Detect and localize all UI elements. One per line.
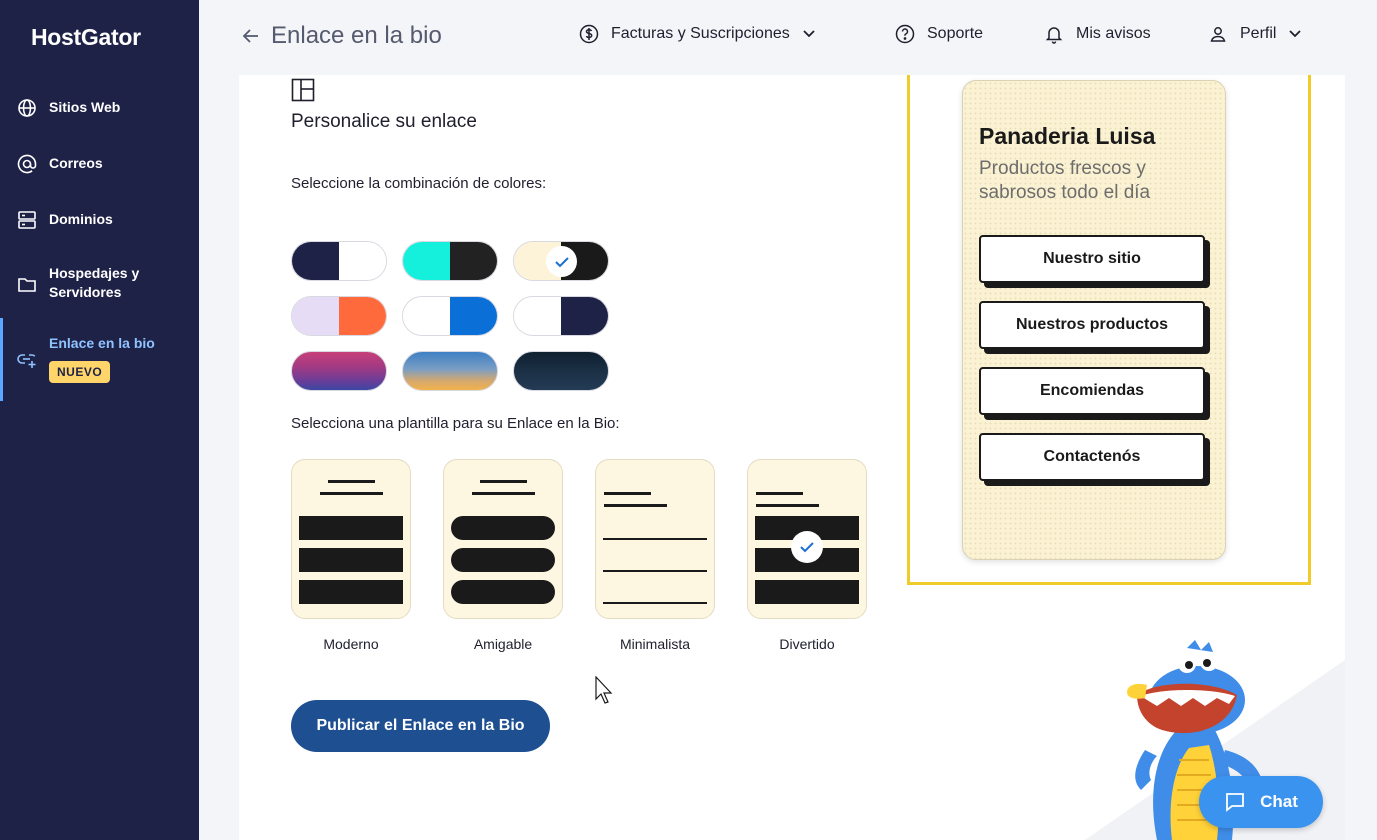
color-scheme-white-navy[interactable] <box>513 296 609 336</box>
preview-link-button[interactable]: Nuestro sitio <box>979 235 1205 283</box>
color-scheme-cyan-black[interactable] <box>402 241 498 281</box>
brand-logo[interactable]: HostGator <box>31 24 141 51</box>
bell-icon <box>1045 27 1063 44</box>
chevron-down-icon <box>803 30 815 38</box>
profile-label: Perfil <box>1240 25 1277 42</box>
preview-link-button[interactable]: Nuestros productos <box>979 301 1205 349</box>
link-add-icon <box>17 350 37 370</box>
sidebar-item-label: Enlace en la bio <box>49 335 155 351</box>
chat-button[interactable]: Chat <box>1199 776 1323 828</box>
sidebar: HostGator Sitios Web Correos Dominios Ho… <box>0 0 199 840</box>
notices-label: Mis avisos <box>1076 25 1151 42</box>
business-name: Panaderia Luisa <box>979 123 1156 149</box>
server-icon <box>17 210 37 230</box>
main-content: Personalice su enlace Seleccione la comb… <box>239 75 1345 840</box>
preview-link-button[interactable]: Encomiendas <box>979 367 1205 415</box>
color-scheme-lilac-orange[interactable] <box>291 296 387 336</box>
sidebar-item-label: Sitios Web <box>49 99 121 115</box>
chevron-down-icon <box>1289 30 1302 38</box>
template-moderno[interactable] <box>291 459 411 619</box>
dollar-icon <box>579 24 599 44</box>
chat-bubble-icon <box>1226 793 1245 812</box>
layout-icon <box>291 78 315 107</box>
user-icon <box>1210 27 1226 42</box>
template-name: Divertido <box>779 636 835 652</box>
colors-label: Seleccione la combinación de colores: <box>291 175 547 192</box>
back-arrow-icon[interactable] <box>241 26 261 46</box>
help-icon <box>895 24 915 44</box>
template-name: Minimalista <box>619 636 690 652</box>
new-badge: NUEVO <box>49 361 111 383</box>
template-name: Amigable <box>473 636 533 652</box>
template-amigable[interactable] <box>443 459 563 619</box>
billing-menu[interactable]: Facturas y Suscripciones <box>579 24 816 44</box>
template-name: Moderno <box>323 636 379 652</box>
color-scheme-sunset-gradient[interactable] <box>291 351 387 391</box>
template-minimalista[interactable] <box>595 459 715 619</box>
section-title: Personalice su enlace <box>291 111 477 132</box>
support-label: Soporte <box>927 25 984 42</box>
publish-button[interactable]: Publicar el Enlace en la Bio <box>291 700 550 752</box>
notices-link[interactable]: Mis avisos <box>1044 24 1151 44</box>
sidebar-item-label: Hospedajes y Servidores <box>49 265 140 300</box>
sidebar-item-enlace-bio[interactable]: Enlace en la bio NUEVO <box>0 318 199 401</box>
chat-label: Chat <box>1260 792 1298 811</box>
color-scheme-cream-black[interactable] <box>513 241 609 281</box>
globe-icon <box>17 98 37 118</box>
templates-label: Selecciona una plantilla para su Enlace … <box>291 415 620 432</box>
sidebar-item-dominios[interactable]: Dominios <box>0 210 199 230</box>
mouse-cursor-icon <box>595 676 613 704</box>
top-header: Enlace en la bio Facturas y Suscripcione… <box>199 0 1377 75</box>
folder-icon <box>17 274 37 294</box>
billing-label: Facturas y Suscripciones <box>611 25 790 42</box>
check-icon <box>546 246 577 277</box>
support-link[interactable]: Soporte <box>895 24 983 44</box>
color-scheme-dusk-gradient[interactable] <box>402 351 498 391</box>
sidebar-item-label: Correos <box>49 155 103 171</box>
sidebar-item-hospedajes[interactable]: Hospedajes y Servidores <box>0 264 199 302</box>
color-scheme-white-blue[interactable] <box>402 296 498 336</box>
preview-highlight-frame: Panaderia Luisa Productos frescos y sabr… <box>907 75 1311 585</box>
color-scheme-navy-white[interactable] <box>291 241 387 281</box>
at-icon <box>17 154 37 174</box>
profile-menu[interactable]: Perfil <box>1208 24 1302 44</box>
preview-link-button[interactable]: Contactenós <box>979 433 1205 481</box>
template-divertido[interactable] <box>747 459 867 619</box>
color-scheme-night-gradient[interactable] <box>513 351 609 391</box>
business-description: Productos frescos y sabrosos todo el día <box>979 158 1151 203</box>
page-title: Enlace en la bio <box>271 22 442 49</box>
sidebar-item-correos[interactable]: Correos <box>0 154 199 174</box>
sidebar-item-label: Dominios <box>49 211 113 227</box>
check-icon <box>791 531 823 563</box>
sidebar-item-sitios-web[interactable]: Sitios Web <box>0 98 199 118</box>
bio-preview-phone: Panaderia Luisa Productos frescos y sabr… <box>962 80 1226 560</box>
